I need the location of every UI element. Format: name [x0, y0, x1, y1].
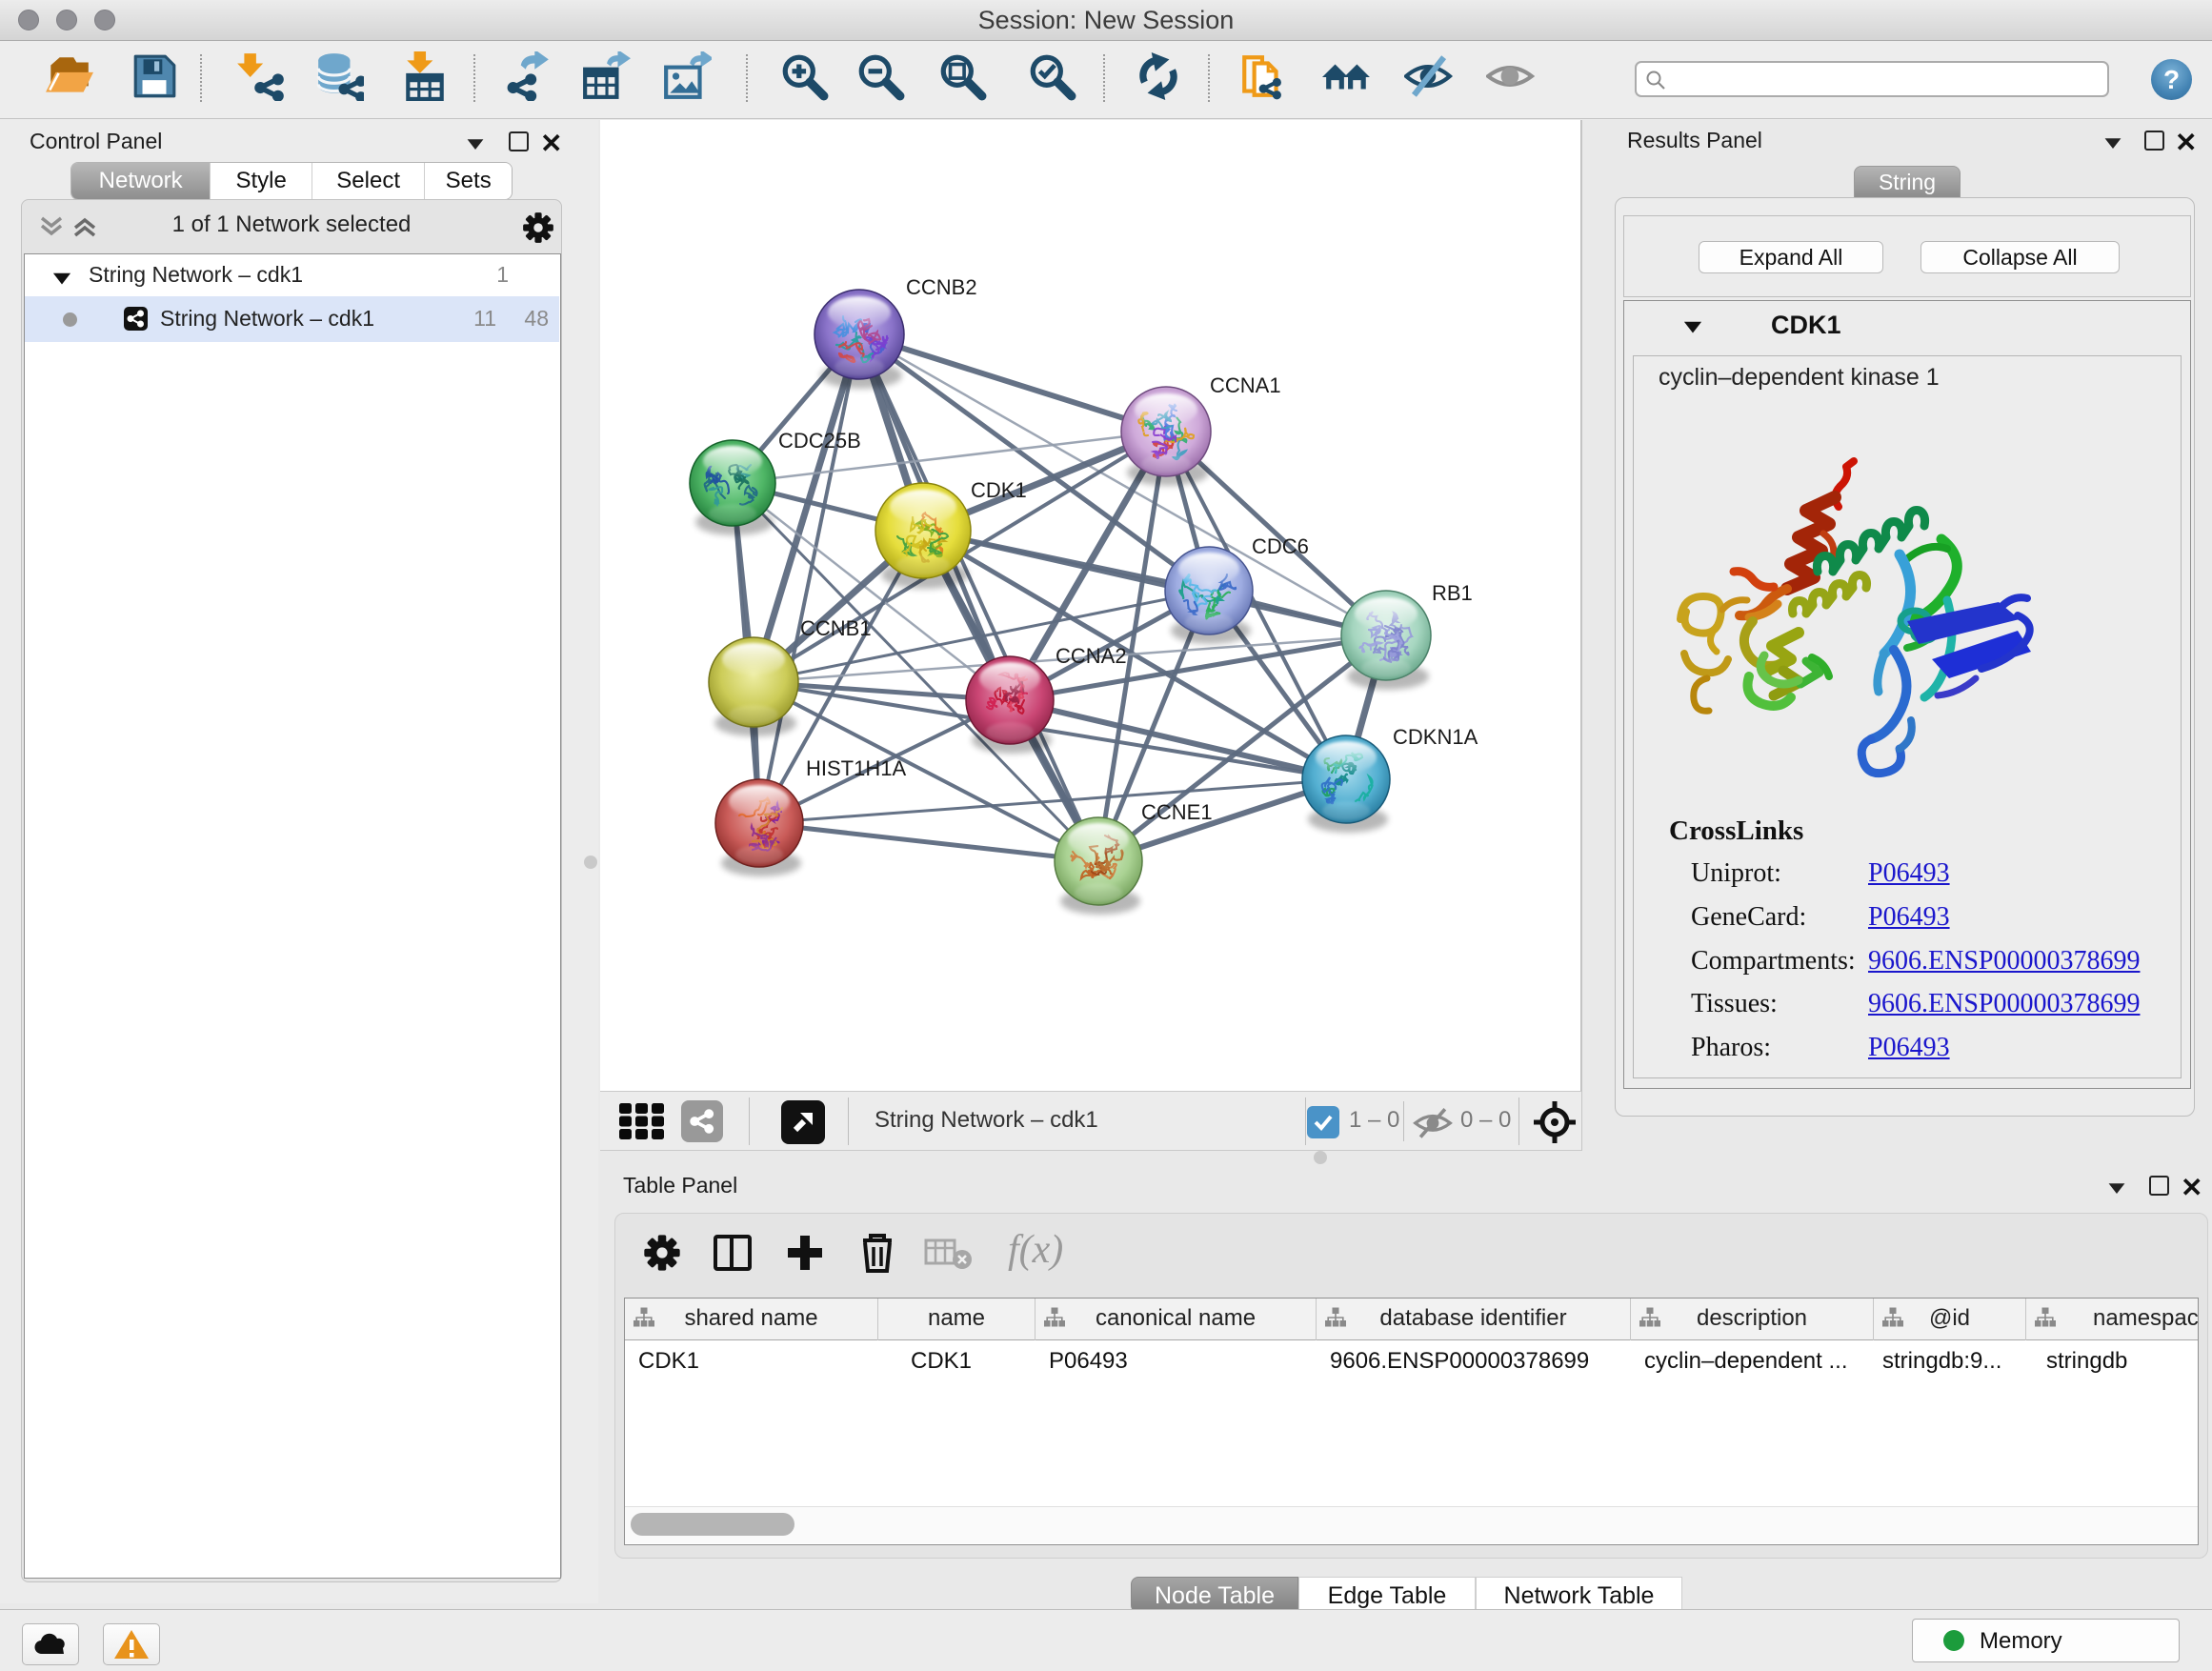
svg-text:CCNA1: CCNA1	[1210, 373, 1281, 397]
svg-text:CDKN1A: CDKN1A	[1393, 725, 1478, 749]
svg-text:CCNB1: CCNB1	[800, 616, 872, 640]
svg-text:RB1: RB1	[1432, 581, 1473, 605]
svg-text:CCNB2: CCNB2	[906, 275, 977, 299]
svg-text:CDC6: CDC6	[1252, 534, 1309, 558]
svg-text:CDC25B: CDC25B	[778, 429, 861, 453]
svg-text:CDK1: CDK1	[971, 478, 1027, 502]
svg-text:HIST1H1A: HIST1H1A	[806, 756, 906, 780]
svg-text:CCNE1: CCNE1	[1141, 800, 1213, 824]
svg-text:CCNA2: CCNA2	[1056, 644, 1127, 668]
